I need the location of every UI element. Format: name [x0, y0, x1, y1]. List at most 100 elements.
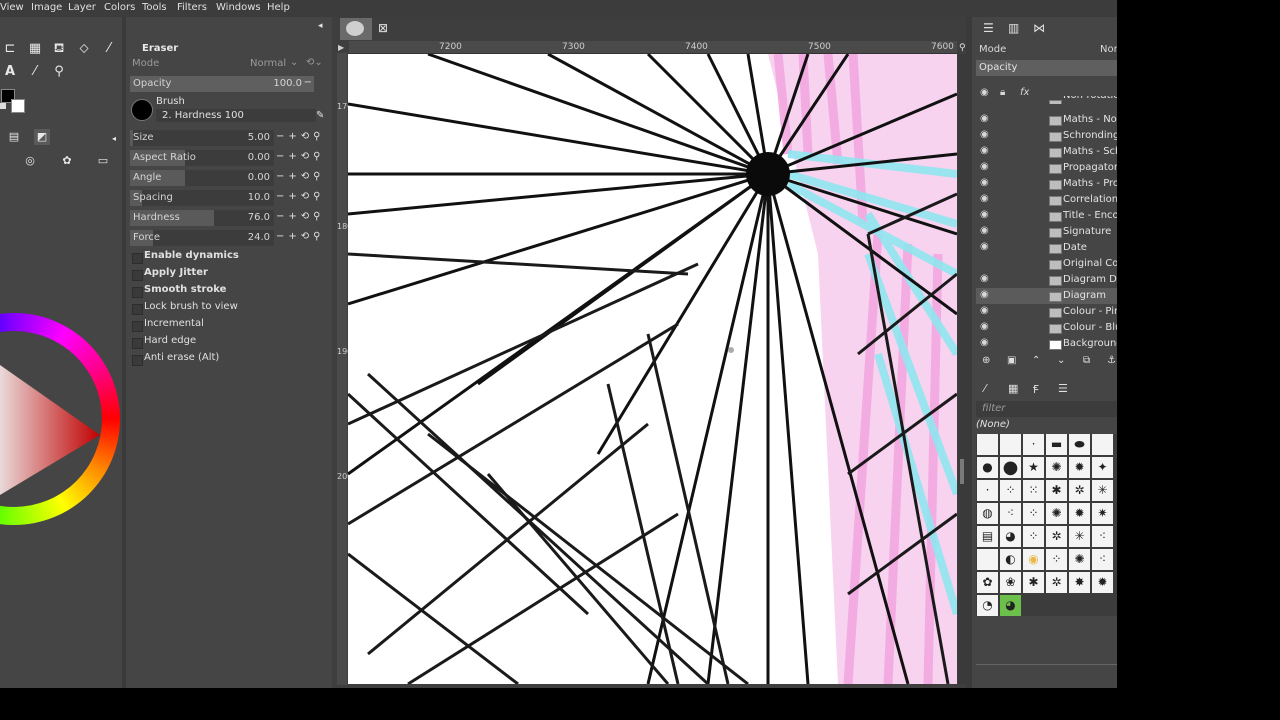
brush-cell[interactable]: ✺ — [1069, 549, 1090, 570]
brush-cell[interactable]: ◍ — [977, 503, 998, 524]
document-history-tab-icon[interactable]: ☰ — [1058, 382, 1068, 395]
brush-filter-input[interactable]: filter — [976, 401, 1117, 417]
brush-cell[interactable]: ✲ — [1046, 572, 1067, 593]
checkbox-box[interactable] — [132, 355, 143, 366]
palette-icon[interactable]: ✿ — [59, 153, 75, 169]
brush-cell[interactable]: ✷ — [1092, 503, 1113, 524]
bucket-fill-icon[interactable]: ⛾ — [51, 41, 67, 57]
color-picker-icon[interactable]: ⁄ — [27, 64, 43, 80]
brush-cell[interactable]: ⁘ — [1023, 526, 1044, 547]
brush-cell[interactable]: ⬬ — [1069, 434, 1090, 455]
slider-buttons-icon[interactable]: −+⟲⚲ — [276, 211, 324, 222]
mode-dropdown-icon[interactable]: ⌄ — [290, 57, 298, 68]
brush-name-field[interactable]: 2. Hardness 100 — [156, 109, 316, 122]
eye-icon[interactable]: ◉ — [980, 177, 994, 188]
menu-help[interactable]: Help — [267, 2, 290, 13]
layer-row[interactable]: ◉ Title - Encod — [976, 208, 1117, 224]
slider-buttons-icon[interactable]: −+⟲⚲ — [276, 231, 324, 242]
eye-icon[interactable]: ◉ — [980, 321, 994, 332]
layer-row[interactable]: ◉ Correlations — [976, 192, 1117, 208]
layer-row[interactable]: ◉ Background — [976, 336, 1117, 352]
layer-opacity-slider[interactable]: Opacity — [976, 60, 1117, 76]
layer-row[interactable]: ◉ Maths - Non- — [976, 112, 1117, 128]
layer-row[interactable]: Non-rotation — [976, 96, 1117, 104]
slider-hardness[interactable]: Hardness 76.0 — [130, 210, 274, 226]
menu-colors[interactable]: Colors — [104, 2, 135, 13]
eye-icon[interactable]: ◉ — [980, 145, 994, 156]
brush-cell[interactable] — [1092, 434, 1113, 455]
duplicate-layer-icon[interactable]: ⧉ — [1083, 355, 1090, 366]
checkbox-box[interactable] — [132, 338, 143, 349]
brush-cell[interactable]: ✲ — [1046, 526, 1067, 547]
brush-cell[interactable]: ⁘ — [1000, 480, 1021, 501]
brush-cell[interactable]: · — [1023, 434, 1044, 455]
eye-icon[interactable]: ◉ — [980, 129, 994, 140]
brush-cell[interactable]: ✹ — [1069, 457, 1090, 478]
eye-icon[interactable]: ◉ — [980, 161, 994, 172]
checkbox-box[interactable] — [132, 321, 143, 332]
patterns-tab-icon[interactable]: ▦ — [1008, 382, 1018, 395]
anchor-layer-icon[interactable]: ⚓︎ — [1107, 355, 1116, 366]
grid-transform-icon[interactable]: ▦ — [27, 41, 43, 57]
brush-cell[interactable]: ❀ — [1000, 572, 1021, 593]
menu-windows[interactable]: Windows — [216, 2, 261, 13]
brush-cell[interactable]: ✸ — [1069, 572, 1090, 593]
record-icon[interactable]: ◎ — [22, 153, 38, 169]
brushes-tab-icon[interactable]: ⁄ — [984, 382, 986, 395]
new-group-icon[interactable]: ▣ — [1007, 355, 1016, 366]
brush-cell[interactable]: ✦ — [1092, 457, 1113, 478]
layer-row[interactable]: ◉ Maths - Schr — [976, 144, 1117, 160]
checkbox-box[interactable] — [132, 287, 143, 298]
menu-view[interactable]: View — [0, 2, 24, 13]
eye-icon[interactable]: ◉ — [980, 241, 994, 252]
minus-icon[interactable]: − — [304, 77, 312, 88]
brush-cell[interactable]: ★ — [1023, 457, 1044, 478]
layer-row[interactable]: Original Colo — [976, 256, 1117, 272]
brush-cell[interactable]: ● — [977, 457, 998, 478]
checkbox-box[interactable] — [132, 270, 143, 281]
brush-preview[interactable] — [131, 99, 153, 121]
brush-icon[interactable]: ⁄ — [101, 41, 117, 57]
edit-brush-icon[interactable]: ✎ — [316, 110, 324, 121]
channels-tab-icon[interactable]: ▥ — [1008, 21, 1019, 35]
brush-cell[interactable]: ✳ — [1092, 480, 1113, 501]
layer-row[interactable]: ◉ Signature — [976, 224, 1117, 240]
layer-row[interactable]: ◉ Colour - Blue — [976, 320, 1117, 336]
slider-buttons-icon[interactable]: −+⟲⚲ — [276, 171, 324, 182]
brush-cell[interactable]: ▤ — [977, 526, 998, 547]
background-color-swatch[interactable] — [11, 99, 25, 113]
eye-icon[interactable]: ◉ — [980, 273, 994, 284]
brush-cell[interactable]: ✹ — [1092, 572, 1113, 593]
mode-select[interactable]: Normal — [250, 58, 286, 69]
slider-aspect-ratio[interactable]: Aspect Ratio 0.00 — [130, 150, 274, 166]
paths-tab-icon[interactable]: ⋈ — [1033, 21, 1045, 35]
brush-cell[interactable]: ✱ — [1023, 572, 1044, 593]
zoom-icon[interactable]: ⚲ — [51, 64, 67, 80]
eye-icon[interactable]: ◉ — [980, 289, 994, 300]
slider-size[interactable]: Size 5.00 — [130, 130, 274, 146]
layer-row[interactable]: ◉ Diagram — [976, 288, 1117, 304]
menu-layer[interactable]: Layer — [68, 2, 96, 13]
slider-angle[interactable]: Angle 0.00 — [130, 170, 274, 186]
brush-cell[interactable]: ✱ — [1046, 480, 1067, 501]
brush-cell[interactable]: · — [977, 480, 998, 501]
layer-mode-select[interactable]: Nor — [1100, 44, 1117, 55]
brush-cell[interactable]: ⁙ — [1023, 480, 1044, 501]
ruler-vertical[interactable]: 1700 1800 1900 2000 — [337, 53, 357, 685]
mode-reset-icon[interactable]: ⟲⌄ — [306, 57, 323, 68]
brush-cell[interactable]: ✺ — [1046, 457, 1067, 478]
close-tab-icon[interactable]: ⊠ — [378, 21, 388, 35]
slider-spacing[interactable]: Spacing 10.0 — [130, 190, 274, 206]
fonts-tab-icon[interactable]: Ꞙ — [1033, 382, 1039, 397]
eye-icon[interactable]: ◉ — [980, 305, 994, 316]
brush-cell[interactable]: ◉ — [1023, 549, 1044, 570]
layer-row[interactable]: ◉ Propagator — [976, 160, 1117, 176]
checkbox-box[interactable] — [132, 304, 143, 315]
eye-icon[interactable]: ◉ — [980, 337, 994, 348]
ruler-horizontal[interactable]: 7200 7300 7400 7500 7600 — [349, 41, 957, 54]
tool-options-tab-icon[interactable]: ▤ — [6, 129, 22, 145]
menu-image[interactable]: Image — [31, 2, 62, 13]
brush-cell[interactable]: ⁖ — [1092, 526, 1113, 547]
device-status-tab-icon[interactable]: ◩ — [34, 129, 50, 145]
brush-cell[interactable]: ◕ — [1000, 595, 1021, 616]
